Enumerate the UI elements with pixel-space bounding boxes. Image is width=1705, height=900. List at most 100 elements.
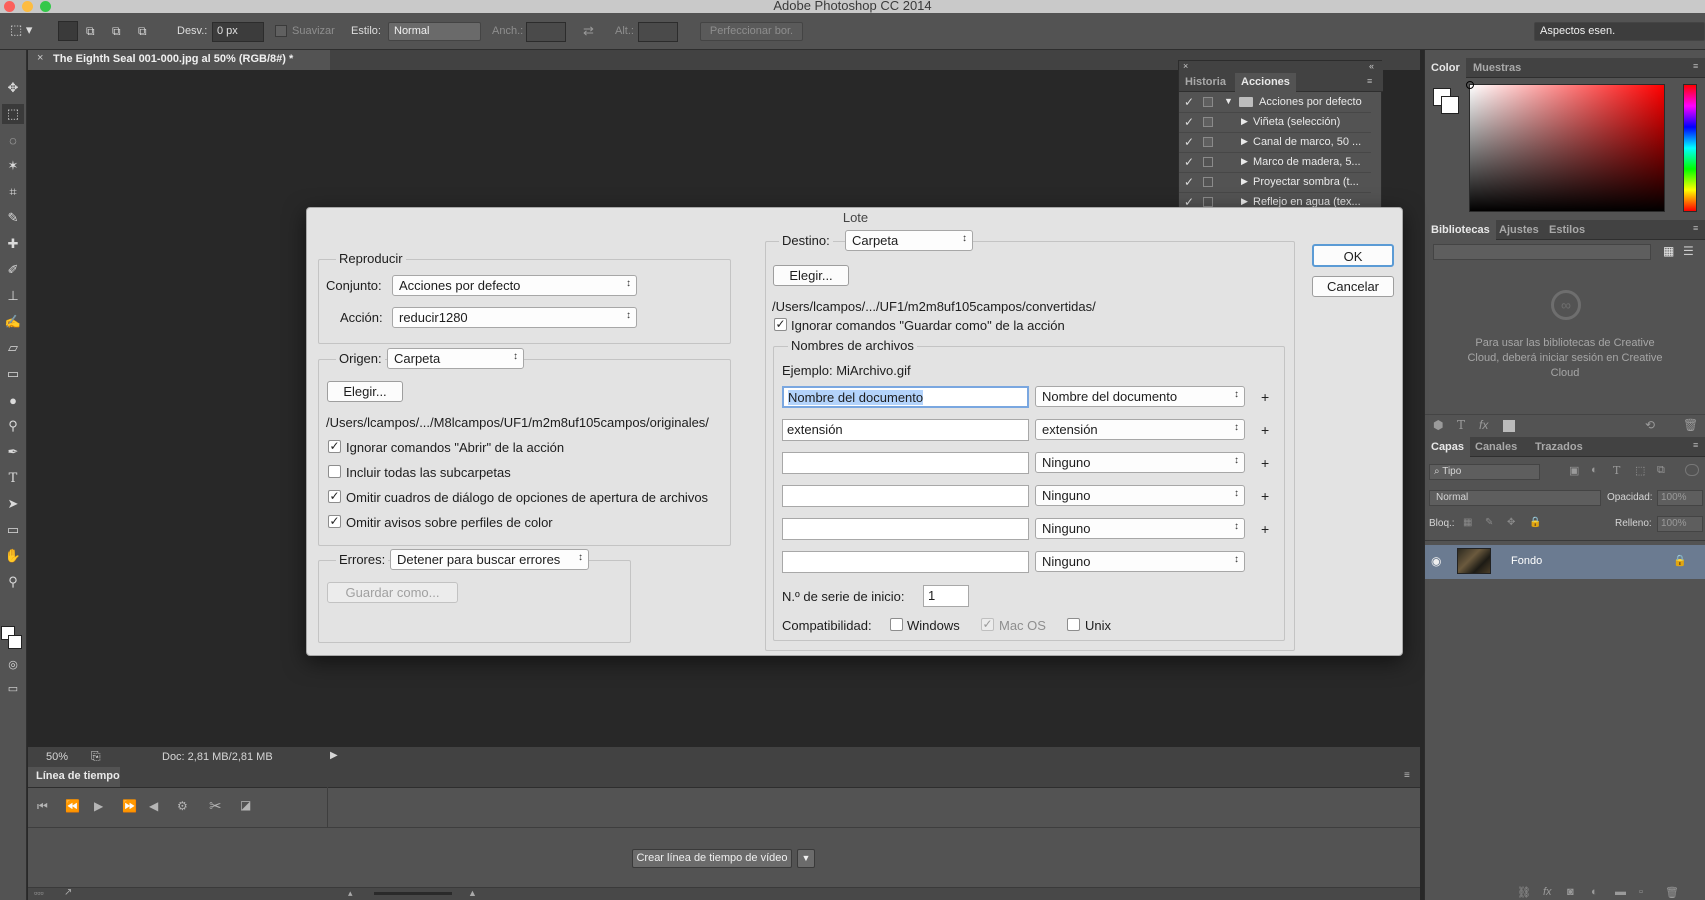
save-as-button[interactable]: Guardar como... <box>327 582 458 603</box>
split-scissors-icon[interactable]: ✂ <box>209 797 222 815</box>
disclosure-triangle-icon[interactable]: ▶ <box>1241 176 1248 187</box>
dialog-toggle-icon[interactable] <box>1203 117 1213 127</box>
tab-canales[interactable]: Canales <box>1469 437 1523 457</box>
filter-adjustment-icon[interactable]: ◐ <box>1591 464 1598 476</box>
toggle-check-icon[interactable]: ✓ <box>1184 175 1196 189</box>
zoom-in-icon[interactable]: ▲ <box>468 888 477 898</box>
destination-select[interactable]: Carpeta <box>845 230 973 251</box>
subtract-selection-icon[interactable]: ⧉ <box>112 24 121 39</box>
tab-ajustes[interactable]: Ajustes <box>1493 220 1545 240</box>
timeline-type-dropdown-icon[interactable]: ▼ <box>797 849 815 868</box>
naming-field-2[interactable]: extensión <box>782 419 1029 441</box>
disclosure-triangle-icon[interactable]: ▶ <box>1241 156 1248 167</box>
intersect-selection-icon[interactable]: ⧉ <box>138 24 147 39</box>
include-subfolders-checkbox[interactable] <box>328 465 341 478</box>
screen-mode-icon[interactable]: ▭ <box>2 678 24 698</box>
sync-icon[interactable]: ⟲ <box>1645 418 1655 432</box>
previous-frame-icon[interactable]: ⏪ <box>65 799 80 813</box>
lasso-tool-icon[interactable]: ◌ <box>2 130 24 150</box>
zoom-tool-icon[interactable]: ⚲ <box>2 572 24 592</box>
filter-smart-object-icon[interactable]: ⧉ <box>1657 464 1665 477</box>
dialog-toggle-icon[interactable] <box>1203 137 1213 147</box>
audio-icon[interactable]: ◀ <box>149 799 158 813</box>
timeline-tab[interactable]: Línea de tiempo <box>28 767 120 787</box>
lock-position-icon[interactable]: ✥ <box>1507 517 1515 528</box>
dodge-tool-icon[interactable]: ⚲ <box>2 416 24 436</box>
new-layer-icon[interactable]: ▫ <box>1639 886 1643 898</box>
disclosure-triangle-icon[interactable]: ▶ <box>1241 136 1248 147</box>
marquee-tool-preset-picker[interactable]: ⬚ ▾ <box>10 22 44 42</box>
action-row[interactable]: ✓ ▶ Marco de madera, 5... <box>1179 153 1371 173</box>
link-layers-icon[interactable]: ⛓ <box>1517 886 1531 899</box>
layer-filter-select[interactable]: ⌕ Tipo <box>1429 464 1540 480</box>
naming-select-3[interactable]: Ninguno <box>1035 452 1245 473</box>
create-video-timeline-button[interactable]: Crear línea de tiempo de vídeo <box>632 849 792 868</box>
timeline-panel-menu-icon[interactable]: ≡ <box>1404 770 1410 781</box>
cancel-button[interactable]: Cancelar <box>1312 276 1394 297</box>
workspace-select[interactable]: Aspectos esen. <box>1534 22 1705 41</box>
errors-select[interactable]: Detener para buscar errores <box>390 549 589 570</box>
history-brush-tool-icon[interactable]: ✍ <box>2 312 24 332</box>
add-color-icon[interactable] <box>1503 420 1515 432</box>
document-tab[interactable]: × The Eighth Seal 001-000.jpg al 50% (RG… <box>28 50 330 70</box>
ignore-save-as-checkbox[interactable]: ✓ <box>774 318 787 331</box>
color-picker-handle[interactable] <box>1466 81 1474 89</box>
delete-layer-icon[interactable]: 🗑 <box>1665 886 1679 899</box>
layer-row[interactable]: ◉ Fondo 🔒 <box>1425 545 1705 579</box>
windows-checkbox[interactable] <box>890 618 903 631</box>
toggle-check-icon[interactable]: ✓ <box>1184 155 1196 169</box>
close-panel-icon[interactable]: × <box>1183 61 1188 71</box>
filter-type-icon[interactable]: T <box>1613 464 1620 477</box>
feather-input[interactable]: 0 px <box>212 22 264 42</box>
layer-style-icon[interactable]: fx <box>1543 886 1552 898</box>
transition-icon[interactable]: ◪ <box>240 798 251 812</box>
zoom-level[interactable]: 50% <box>46 751 68 763</box>
naming-field-1[interactable]: Nombre del documento <box>782 386 1029 408</box>
timeline-zoom-slider[interactable] <box>374 892 452 895</box>
disclosure-triangle-icon[interactable]: ▼ <box>1224 96 1233 106</box>
naming-field-3[interactable] <box>782 452 1029 474</box>
tab-muestras[interactable]: Muestras <box>1467 58 1527 78</box>
disclosure-triangle-icon[interactable]: ▶ <box>1241 116 1248 127</box>
hue-slider[interactable] <box>1683 84 1697 212</box>
color-panel-menu-icon[interactable]: ≡ <box>1693 61 1698 71</box>
background-color-swatch[interactable] <box>8 635 22 649</box>
close-window-button[interactable] <box>4 1 15 12</box>
toggle-check-icon[interactable]: ✓ <box>1184 135 1196 149</box>
libraries-panel-menu-icon[interactable]: ≡ <box>1693 223 1698 233</box>
tab-historia[interactable]: Historia <box>1179 73 1232 92</box>
dialog-toggle-icon[interactable] <box>1203 157 1213 167</box>
naming-select-1[interactable]: Nombre del documento <box>1035 386 1245 407</box>
background-color-swatch[interactable] <box>1441 96 1459 114</box>
eye-visibility-icon[interactable]: ◉ <box>1431 554 1441 568</box>
lock-pixels-icon[interactable]: ✎ <box>1485 517 1493 528</box>
source-choose-button[interactable]: Elegir... <box>327 381 403 402</box>
minimize-window-button[interactable] <box>22 1 33 12</box>
add-layer-style-icon[interactable]: fx <box>1479 418 1488 432</box>
library-select[interactable] <box>1433 244 1651 260</box>
collapse-panel-icon[interactable]: « <box>1369 61 1374 71</box>
clone-stamp-tool-icon[interactable]: ⊥ <box>2 286 24 306</box>
suppress-color-warnings-checkbox[interactable]: ✓ <box>328 515 341 528</box>
dialog-toggle-icon[interactable] <box>1203 97 1213 107</box>
ignore-open-checkbox[interactable]: ✓ <box>328 440 341 453</box>
dialog-toggle-icon[interactable] <box>1203 197 1213 207</box>
tab-capas[interactable]: Capas <box>1425 437 1471 457</box>
naming-field-6[interactable] <box>782 551 1029 573</box>
antialias-checkbox[interactable] <box>275 25 287 37</box>
settings-gear-icon[interactable]: ⚙ <box>177 799 188 813</box>
add-naming-row-icon[interactable]: + <box>1261 455 1269 471</box>
new-group-icon[interactable]: ▬ <box>1615 886 1626 898</box>
ok-button[interactable]: OK <box>1312 244 1394 267</box>
action-row[interactable]: ✓ ▶ Proyectar sombra (t... <box>1179 173 1371 193</box>
action-row[interactable]: ✓ ▶ Canal de marco, 50 ... <box>1179 133 1371 153</box>
add-selection-icon[interactable]: ⧉ <box>86 24 95 39</box>
opacity-input[interactable]: 100% <box>1657 490 1703 506</box>
suppress-open-dialogs-checkbox[interactable]: ✓ <box>328 490 341 503</box>
naming-select-6[interactable]: Ninguno <box>1035 551 1245 572</box>
toggle-check-icon[interactable]: ✓ <box>1184 115 1196 129</box>
add-naming-row-icon[interactable]: + <box>1261 488 1269 504</box>
swap-icon[interactable]: ⇄ <box>583 23 594 39</box>
naming-select-4[interactable]: Ninguno <box>1035 485 1245 506</box>
height-input[interactable] <box>638 22 678 42</box>
